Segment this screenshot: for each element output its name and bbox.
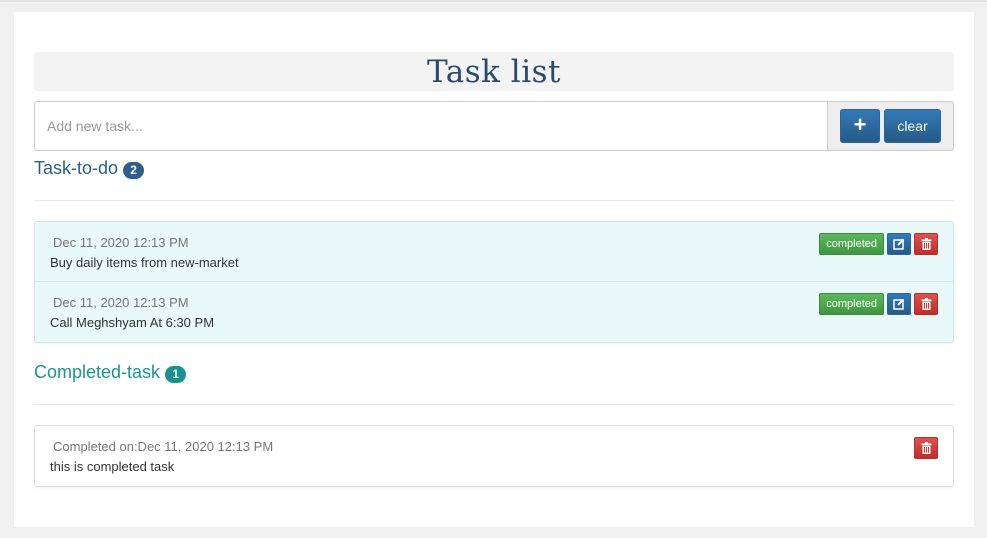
task-date: Dec 11, 2020 12:13 PM	[53, 235, 189, 250]
plus-icon: +	[853, 112, 867, 137]
todo-heading-label: Task-to-do	[34, 158, 119, 178]
edit-button[interactable]	[887, 233, 911, 255]
delete-button[interactable]	[914, 437, 938, 459]
todo-count-badge: 2	[123, 161, 145, 179]
top-border	[0, 0, 987, 2]
divider	[34, 404, 954, 405]
divider	[34, 200, 954, 201]
clear-button[interactable]: clear	[884, 109, 941, 143]
completed-heading-label: Completed-task	[34, 362, 161, 382]
input-buttons: + clear	[827, 101, 954, 151]
completed-count-badge: 1	[165, 365, 187, 383]
task-actions: completed	[819, 233, 938, 255]
edit-button[interactable]	[887, 293, 911, 315]
task-date: Dec 11, 2020 12:13 PM	[53, 295, 189, 310]
task-text: Buy daily items from new-market	[50, 255, 239, 270]
trash-icon	[921, 238, 931, 250]
completed-list: Completed on:Dec 11, 2020 12:13 PM this …	[34, 425, 954, 487]
add-task-button[interactable]: +	[840, 109, 880, 143]
title-bar: Task list	[34, 52, 954, 91]
mark-completed-button[interactable]: completed	[819, 293, 884, 315]
completed-date: Completed on:Dec 11, 2020 12:13 PM	[53, 439, 274, 454]
delete-button[interactable]	[914, 233, 938, 255]
task-list-card: Task list + clear Task-to-do 2 Dec 11, 2…	[14, 12, 974, 527]
task-text: Call Meghshyam At 6:30 PM	[50, 315, 215, 330]
page-title: Task list	[427, 53, 561, 90]
trash-icon	[921, 442, 931, 454]
todo-list: Dec 11, 2020 12:13 PM Buy daily items fr…	[34, 221, 954, 343]
todo-item: Dec 11, 2020 12:13 PM Call Meghshyam At …	[35, 282, 953, 342]
completed-item: Completed on:Dec 11, 2020 12:13 PM this …	[35, 426, 953, 486]
new-task-input-group: + clear	[34, 101, 954, 151]
completed-text: this is completed task	[50, 459, 175, 474]
task-actions: completed	[819, 293, 938, 315]
edit-icon	[893, 238, 905, 250]
todo-section-heading: Task-to-do 2	[34, 158, 145, 179]
trash-icon	[921, 298, 931, 310]
completed-section-heading: Completed-task 1	[34, 362, 187, 383]
edit-icon	[893, 298, 905, 310]
mark-completed-button[interactable]: completed	[819, 233, 884, 255]
new-task-input[interactable]	[34, 101, 827, 151]
completed-actions	[914, 437, 938, 459]
delete-button[interactable]	[914, 293, 938, 315]
todo-item: Dec 11, 2020 12:13 PM Buy daily items fr…	[35, 222, 953, 282]
